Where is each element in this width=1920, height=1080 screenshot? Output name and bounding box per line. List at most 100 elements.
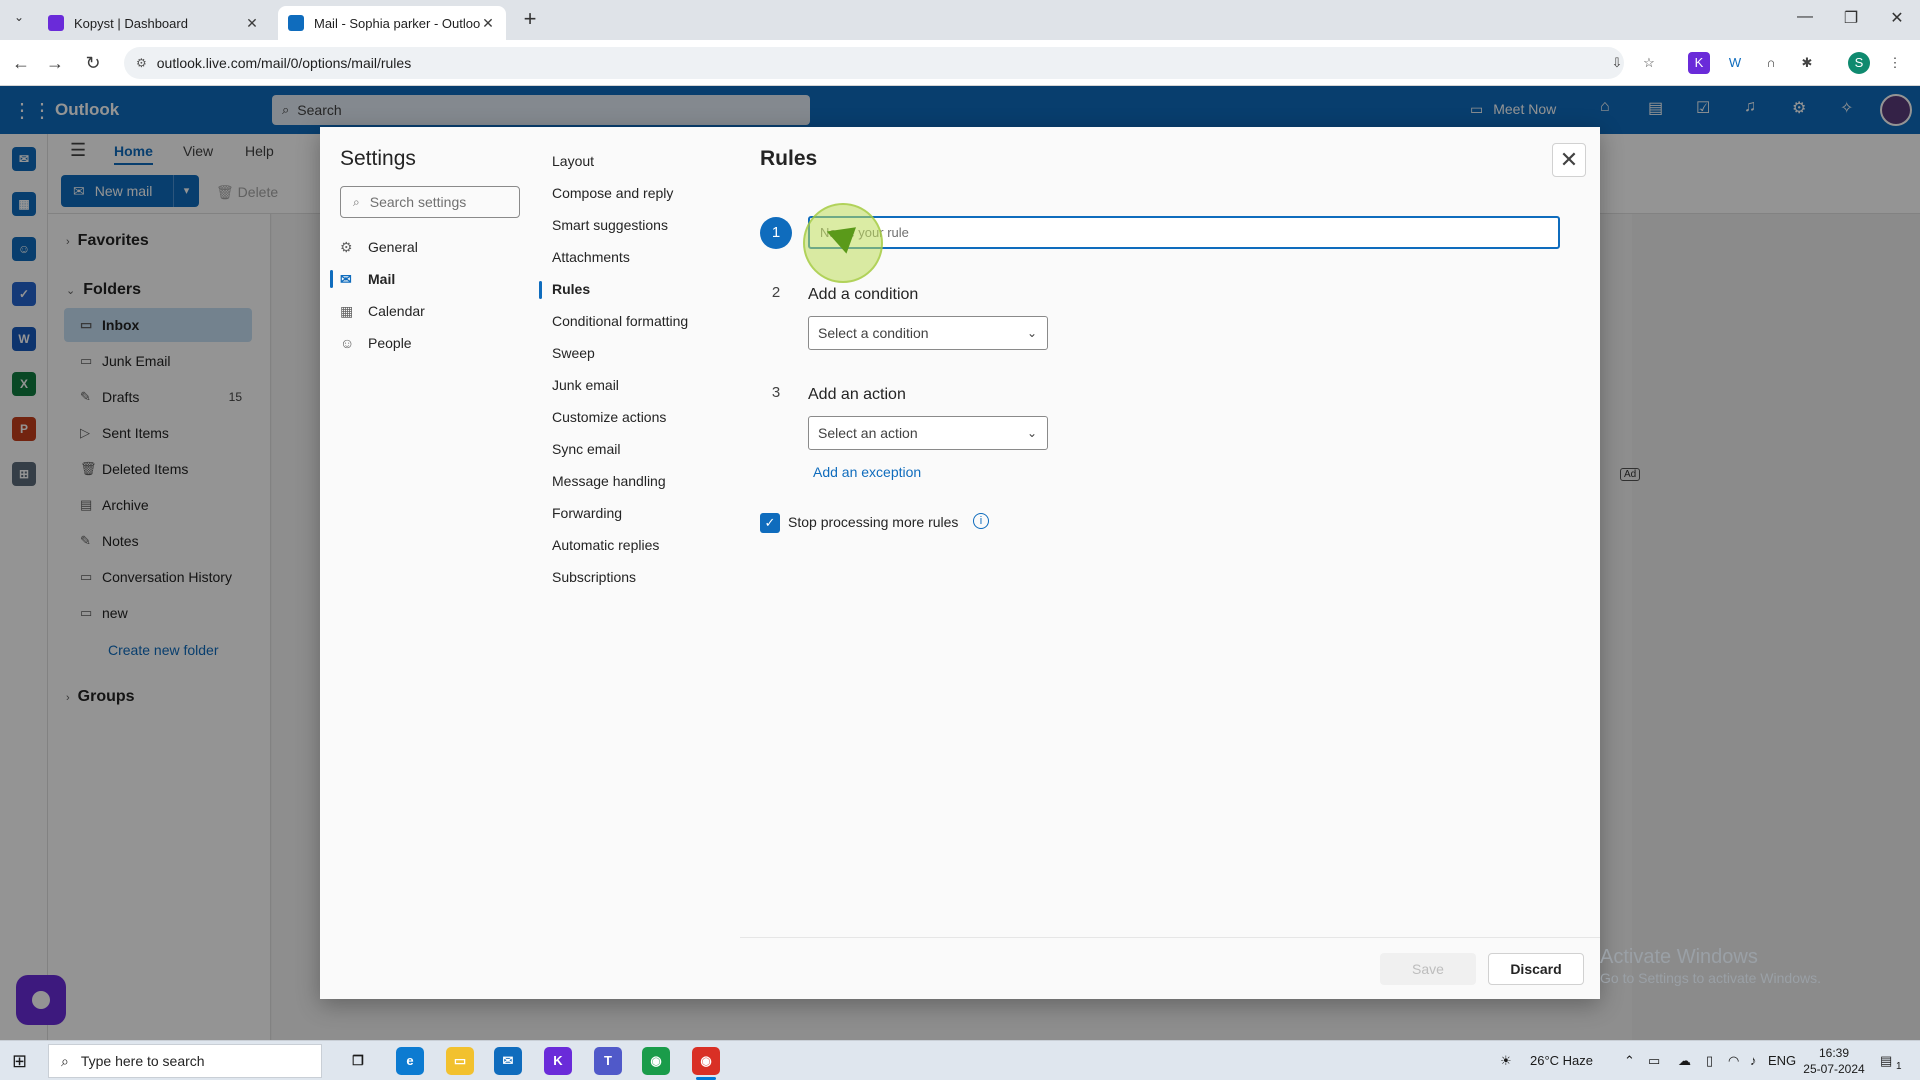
word-extension-icon[interactable]: W <box>1724 52 1746 74</box>
settings-category-general[interactable]: ⚙ General <box>340 234 418 260</box>
step-3-badge: 3 <box>771 384 781 401</box>
mail-taskbar-icon[interactable]: ✉ <box>494 1047 522 1075</box>
windows-taskbar: ⊞ ⌕ Type here to search ❐ e ▭ ✉ K T ◉ ◉ … <box>0 1040 1920 1080</box>
mail-section-smart-suggestions[interactable]: Smart suggestions <box>552 217 668 233</box>
save-button[interactable]: Save <box>1380 953 1476 985</box>
url-text: outlook.live.com/mail/0/options/mail/rul… <box>156 55 412 71</box>
taskbar-clock[interactable]: 16:39 25-07-2024 <box>1802 1045 1866 1077</box>
search-icon: ⌕ <box>353 194 360 209</box>
browser-tab-outlook[interactable]: Mail - Sophia parker - Outlook ✕ <box>278 6 506 40</box>
forward-icon[interactable]: → <box>42 50 68 76</box>
rules-title: Rules <box>760 147 818 170</box>
task-view-icon[interactable]: ❐ <box>344 1047 372 1075</box>
outlook-favicon-icon <box>288 15 304 31</box>
clock-time: 16:39 <box>1818 1046 1850 1060</box>
reload-icon[interactable]: ↻ <box>80 50 106 76</box>
chrome-taskbar-icon[interactable]: ◉ <box>642 1047 670 1075</box>
activate-windows-subtext: Go to Settings to activate Windows. <box>1600 970 1821 986</box>
settings-category-calendar[interactable]: ▦ Calendar <box>340 298 425 324</box>
mail-section-forwarding[interactable]: Forwarding <box>552 505 622 521</box>
selected-category-indicator <box>330 270 333 288</box>
close-tab-icon[interactable]: ✕ <box>480 15 496 32</box>
add-action-heading: Add an action <box>808 386 906 403</box>
edge-app-icon[interactable]: e <box>396 1047 424 1075</box>
people-icon: ☺ <box>340 335 355 351</box>
mail-section-attachments[interactable]: Attachments <box>552 249 630 265</box>
restore-icon[interactable]: ❐ <box>1836 8 1866 28</box>
kopyst-taskbar-icon[interactable]: K <box>544 1047 572 1075</box>
mail-section-sweep[interactable]: Sweep <box>552 345 595 361</box>
profile-avatar[interactable]: S <box>1848 52 1870 74</box>
extensions-puzzle-icon[interactable]: ✱ <box>1796 52 1818 74</box>
new-tab-button[interactable]: + <box>518 6 542 32</box>
step-1-badge: 1 <box>760 217 792 249</box>
notification-count: 1 <box>1896 1061 1902 1072</box>
category-label: Calendar <box>368 303 425 319</box>
mail-section-automatic-replies[interactable]: Automatic replies <box>552 537 659 553</box>
mail-section-message-handling[interactable]: Message handling <box>552 473 666 489</box>
rule-name-input[interactable] <box>808 216 1560 249</box>
tab-title: Kopyst | Dashboard <box>74 15 188 31</box>
site-info-icon[interactable]: ⚙ <box>136 56 147 70</box>
minimize-icon[interactable]: — <box>1790 8 1820 26</box>
mail-section-junk-email[interactable]: Junk email <box>552 377 619 393</box>
onedrive-icon[interactable]: ☁ <box>1678 1053 1691 1069</box>
bookmark-star-icon[interactable]: ☆ <box>1638 52 1660 74</box>
mail-icon: ✉ <box>340 270 352 287</box>
settings-category-mail[interactable]: ✉ Mail <box>340 266 395 292</box>
add-condition-heading: Add a condition <box>808 286 919 303</box>
discard-button[interactable]: Discard <box>1488 953 1584 985</box>
notification-center-icon[interactable]: ▤ <box>1880 1053 1892 1069</box>
info-icon[interactable]: i <box>973 513 989 529</box>
weather-icon[interactable]: ☀ <box>1500 1053 1512 1069</box>
activate-windows-watermark: Activate Windows <box>1600 946 1758 968</box>
mail-section-layout[interactable]: Layout <box>552 153 594 169</box>
browser-tab-kopyst[interactable]: Kopyst | Dashboard ✕ <box>38 6 270 40</box>
footer-divider <box>740 937 1600 938</box>
weather-text[interactable]: 26°C Haze <box>1530 1053 1593 1068</box>
settings-title: Settings <box>340 147 416 170</box>
chevron-down-icon: ⌄ <box>1026 326 1037 340</box>
battery-icon[interactable]: ▯ <box>1706 1053 1713 1069</box>
install-app-icon[interactable]: ⇩ <box>1606 52 1628 74</box>
language-indicator[interactable]: ENG <box>1768 1053 1796 1068</box>
mail-section-compose-and-reply[interactable]: Compose and reply <box>552 185 673 201</box>
url-field[interactable]: ⚙ outlook.live.com/mail/0/options/mail/r… <box>124 47 1624 79</box>
network-icon[interactable]: ▭ <box>1648 1053 1660 1069</box>
volume-icon[interactable]: ♪ <box>1750 1053 1757 1068</box>
close-tab-icon[interactable]: ✕ <box>244 15 260 32</box>
extension-icon[interactable]: ∩ <box>1760 52 1782 74</box>
stop-processing-label: Stop processing more rules <box>788 514 959 530</box>
tab-list-chevron-icon[interactable]: ⌄ <box>8 10 30 32</box>
mail-section-rules[interactable]: Rules <box>552 281 590 297</box>
taskbar-search-input[interactable]: ⌕ Type here to search <box>48 1044 322 1078</box>
step-2-badge: 2 <box>771 284 781 301</box>
add-exception-link[interactable]: Add an exception <box>813 464 921 480</box>
file-explorer-icon[interactable]: ▭ <box>446 1047 474 1075</box>
condition-select[interactable]: Select a condition ⌄ <box>808 316 1048 350</box>
settings-category-people[interactable]: ☺ People <box>340 330 412 356</box>
close-icon[interactable]: ✕ <box>1552 143 1586 177</box>
teams-taskbar-icon[interactable]: T <box>594 1047 622 1075</box>
mail-section-conditional-formatting[interactable]: Conditional formatting <box>552 313 688 329</box>
kopyst-favicon-icon <box>48 15 64 31</box>
wifi-icon[interactable]: ◠ <box>1728 1053 1739 1069</box>
window-close-icon[interactable]: ✕ <box>1882 8 1912 28</box>
chrome-profile-taskbar-icon[interactable]: ◉ <box>692 1047 720 1075</box>
mail-section-subscriptions[interactable]: Subscriptions <box>552 569 636 585</box>
chevron-up-icon[interactable]: ⌃ <box>1624 1053 1635 1069</box>
windows-start-icon[interactable]: ⊞ <box>12 1051 27 1072</box>
address-bar-row: ← → ↻ ⚙ outlook.live.com/mail/0/options/… <box>0 40 1920 86</box>
gear-icon: ⚙ <box>340 238 353 255</box>
kopyst-extension-icon[interactable]: K <box>1688 52 1710 74</box>
stop-processing-checkbox[interactable]: ✓ <box>760 513 780 533</box>
mail-section-customize-actions[interactable]: Customize actions <box>552 409 666 425</box>
category-label: General <box>368 239 418 255</box>
mail-section-sync-email[interactable]: Sync email <box>552 441 620 457</box>
clock-date: 25-07-2024 <box>1803 1062 1865 1076</box>
action-select[interactable]: Select an action ⌄ <box>808 416 1048 450</box>
back-icon[interactable]: ← <box>8 50 34 76</box>
browser-menu-icon[interactable]: ⋮ <box>1884 52 1906 74</box>
category-label: Mail <box>368 271 396 287</box>
settings-search-input[interactable]: ⌕ Search settings <box>340 186 520 218</box>
